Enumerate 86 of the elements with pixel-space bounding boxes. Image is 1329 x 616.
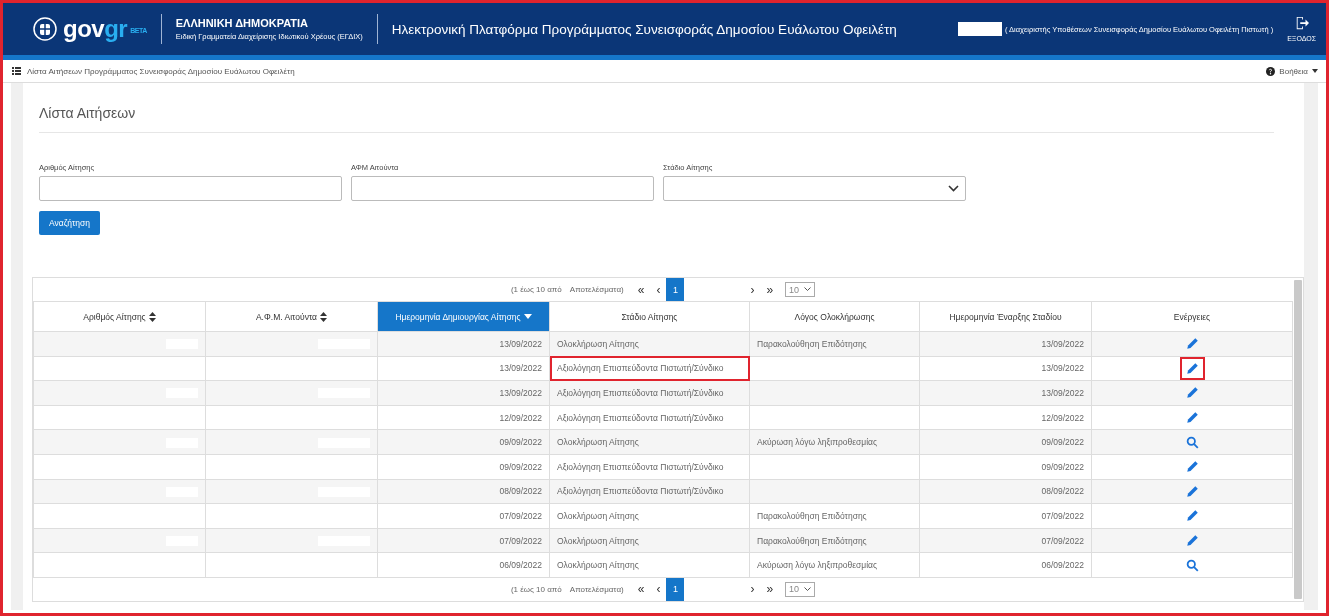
- table-cell: Ολοκλήρωση Αίτησης: [549, 429, 750, 455]
- column-header[interactable]: Λόγος Ολοκλήρωσης: [749, 301, 920, 332]
- pencil-icon[interactable]: [1185, 509, 1199, 523]
- table-cell: 13/09/2022: [919, 356, 1092, 381]
- breadcrumb-label: Λίστα Αιτήσεων Προγράμματος Συνεισφοράς Δημοσίου Ευάλωτου Οφειλέτη: [27, 66, 295, 76]
- table-cell: Ολοκλήρωση Αίτησης: [549, 528, 750, 553]
- table-cell: Παρακολούθηση Επιδότησης: [749, 503, 920, 529]
- results-label: Αποτελέσματα): [569, 584, 624, 594]
- table-cell: 13/09/2022: [377, 331, 550, 357]
- table-cell: Αξιολόγηση Επισπεύδοντα Πιστωτή/Σύνδικο: [549, 454, 750, 480]
- page-title: Λίστα Αιτήσεων: [39, 83, 1274, 133]
- table-cell: 13/09/2022: [377, 356, 550, 381]
- table-cell: 07/09/2022: [377, 528, 550, 553]
- table-cell: Παρακολούθηση Επιδότησης: [749, 331, 920, 357]
- chevron-down-icon: [804, 586, 812, 592]
- next-page-button[interactable]: ›: [744, 577, 761, 601]
- table-cell: Αξιολόγηση Επισπεύδοντα Πιστωτή/Σύνδικο: [549, 405, 750, 430]
- column-header[interactable]: Αριθμός Αίτησης: [33, 301, 206, 332]
- results-label: Αποτελέσματα): [569, 285, 624, 294]
- table-cell: 09/09/2022: [919, 429, 1092, 455]
- previous-page-button[interactable]: ‹: [650, 278, 667, 301]
- chevron-down-icon: [804, 287, 812, 292]
- next-page-button[interactable]: ›: [744, 278, 761, 301]
- table-cell: 08/09/2022: [919, 479, 1092, 504]
- previous-page-button[interactable]: ‹: [650, 577, 667, 601]
- menu-icon[interactable]: [12, 67, 21, 75]
- chevron-down-icon: [948, 185, 959, 192]
- last-page-button[interactable]: »: [760, 278, 780, 301]
- scrollbar[interactable]: [1294, 280, 1302, 599]
- table-cell: 07/09/2022: [919, 528, 1092, 553]
- table-cell: 09/09/2022: [377, 429, 550, 455]
- input-field[interactable]: [39, 176, 342, 201]
- page-size-select[interactable]: 10: [785, 282, 816, 297]
- page-button[interactable]: 1: [666, 577, 685, 601]
- table-cell: 13/09/2022: [919, 331, 1092, 357]
- help-icon: [1266, 66, 1276, 76]
- pencil-icon[interactable]: [1185, 337, 1199, 351]
- help-menu[interactable]: Βοήθεια: [1266, 66, 1318, 76]
- column-header[interactable]: Ημερομηνία Έναρξης Σταδίου: [919, 301, 1092, 332]
- table-cell: 09/09/2022: [377, 454, 550, 480]
- search-icon[interactable]: [1185, 435, 1199, 449]
- table-cell: Ακύρωση λόγω ληξιπροθεσμίας: [749, 552, 920, 578]
- input-field[interactable]: [351, 176, 654, 201]
- pencil-icon[interactable]: [1185, 386, 1199, 400]
- emblem-icon: [33, 17, 57, 41]
- column-header[interactable]: Ενέργειες: [1091, 301, 1293, 332]
- table-cell: Αξιολόγηση Επισπεύδοντα Πιστωτή/Σύνδικο: [549, 479, 750, 504]
- table-cell: 09/09/2022: [919, 454, 1092, 480]
- pencil-icon[interactable]: [1185, 361, 1199, 375]
- table-cell: 06/09/2022: [377, 552, 550, 578]
- page-size-select[interactable]: 10: [785, 581, 816, 597]
- org-title: ΕΛΛΗΝΙΚΗ ΔΗΜΟΚΡΑΤΙΑ: [175, 17, 309, 29]
- app-title: Ηλεκτρονική Πλατφόρμα Προγράμματος Συνεισφοράς Δημοσίου Ευάλωτου Οφειλέτη: [391, 21, 897, 37]
- table-cell: 12/09/2022: [377, 405, 550, 430]
- first-page-button[interactable]: «: [631, 278, 651, 301]
- table-cell: Ολοκλήρωση Αίτησης: [549, 331, 750, 357]
- pencil-icon[interactable]: [1185, 484, 1199, 498]
- exit-icon: [1294, 16, 1309, 30]
- table-cell: 08/09/2022: [377, 479, 550, 504]
- table-cell: Ολοκλήρωση Αίτησης: [549, 552, 750, 578]
- pencil-icon[interactable]: [1185, 534, 1199, 548]
- table-cell: 07/09/2022: [919, 503, 1092, 529]
- search-icon[interactable]: [1185, 558, 1199, 572]
- table-cell: Ολοκλήρωση Αίτησης: [549, 503, 750, 529]
- last-page-button[interactable]: »: [760, 577, 780, 601]
- table-cell: Αξιολόγηση Επισπεύδοντα Πιστωτή/Σύνδικο: [549, 380, 750, 406]
- table-cell: 13/09/2022: [377, 380, 550, 406]
- table-cell: Παρακολούθηση Επιδότησης: [749, 528, 920, 553]
- table-cell: 06/09/2022: [919, 552, 1092, 578]
- table-cell: Αξιολόγηση Επισπεύδοντα Πιστωτή/Σύνδικο: [549, 356, 750, 381]
- table-cell: 07/09/2022: [377, 503, 550, 529]
- column-header[interactable]: Στάδιο Αίτησης: [549, 301, 750, 332]
- table-cell: 13/09/2022: [919, 380, 1092, 406]
- column-header[interactable]: Α.Φ.Μ. Αιτούντα: [205, 301, 378, 332]
- page-button[interactable]: 1: [666, 278, 685, 301]
- table-cell: 12/09/2022: [919, 405, 1092, 430]
- search-button[interactable]: Αναζήτηση: [39, 211, 101, 235]
- first-page-button[interactable]: «: [631, 577, 651, 601]
- table-cell: Ακύρωση λόγω ληξιπροθεσμίας: [749, 429, 920, 455]
- pencil-icon[interactable]: [1185, 460, 1199, 474]
- results-range: (1 έως 10 από: [510, 584, 562, 594]
- select-field[interactable]: [663, 176, 966, 201]
- pencil-icon[interactable]: [1185, 411, 1199, 425]
- caret-down-icon: [1312, 69, 1318, 73]
- results-range: (1 έως 10 από: [510, 285, 562, 294]
- column-header[interactable]: Ημερομηνία Δημιουργίας Αίτησης: [377, 301, 550, 332]
